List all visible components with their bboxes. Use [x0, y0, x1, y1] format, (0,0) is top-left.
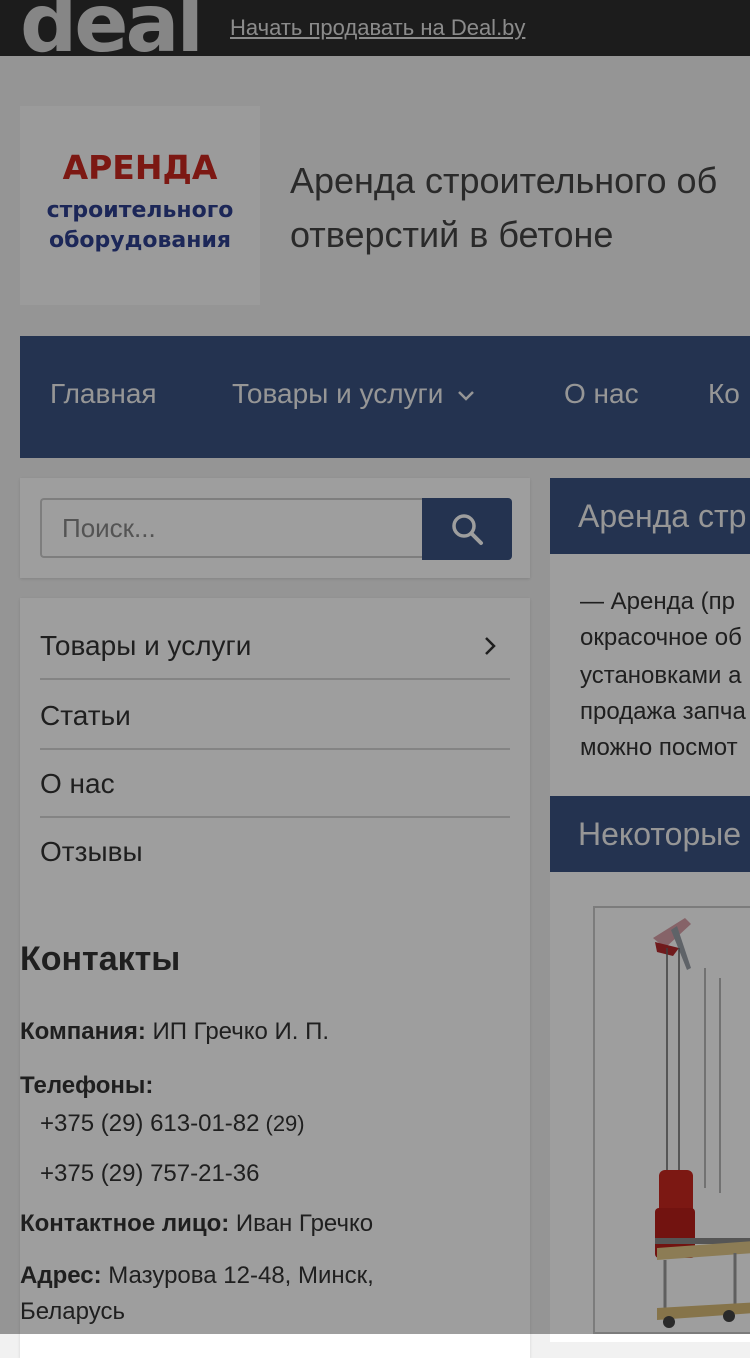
company-logo[interactable]: АРЕНДА строительного оборудования — [20, 106, 260, 305]
sidebar-item-products[interactable]: Товары и услуги — [40, 612, 510, 680]
sidebar-item-reviews[interactable]: Отзывы — [40, 818, 510, 886]
nav-products-label: Товары и услуги — [232, 378, 444, 409]
contact-person: Контактное лицо: Иван Гречко — [20, 1210, 373, 1238]
site-title: Аренда строительного об отверстий в бето… — [290, 154, 750, 262]
content-line: установками а — [580, 662, 742, 689]
chevron-right-icon — [485, 637, 496, 655]
contact-company: Компания: ИП Гречко И. П. — [20, 1018, 329, 1046]
nav-about[interactable]: О нас — [564, 378, 639, 410]
nav-contacts[interactable]: Ко — [708, 378, 740, 410]
search-button[interactable] — [422, 498, 512, 560]
site-title-line-1: Аренда строительного об — [290, 160, 718, 201]
search-panel — [20, 478, 530, 578]
person-label: Контактное лицо: — [20, 1210, 230, 1237]
sidebar-item-label: Товары и услуги — [40, 630, 252, 661]
phone-2[interactable]: +375 (29) 757-21-36 — [40, 1160, 260, 1188]
content-description: — Аренда (пр окрасочное об установками а… — [550, 554, 750, 796]
logo-line-3: оборудования — [48, 228, 232, 253]
product-image[interactable] — [593, 906, 750, 1334]
main-navigation: Главная Товары и услуги О нас Ко — [20, 336, 750, 458]
start-selling-link[interactable]: Начать продавать на Deal.by — [230, 15, 525, 41]
content-line: окрасочное об — [580, 624, 742, 651]
product-list — [550, 872, 750, 1342]
phone-1[interactable]: +375 (29) 613-01-82 (29) — [40, 1110, 305, 1138]
logo-line-2: строительного — [46, 198, 234, 223]
contacts-heading: Контакты — [20, 940, 181, 978]
deal-logo[interactable]: deal — [20, 0, 204, 64]
address-label: Адрес: — [20, 1262, 102, 1289]
content-line: — Аренда (пр — [580, 588, 735, 615]
logo-line-1: АРЕНДА — [62, 148, 218, 187]
sidebar-item-articles[interactable]: Статьи — [40, 682, 510, 750]
search-input[interactable] — [40, 498, 422, 558]
top-bar: deal Начать продавать на Deal.by — [0, 0, 750, 64]
suspended-platform-image — [653, 918, 750, 1328]
phone-1-number: +375 (29) 613-01-82 — [40, 1110, 260, 1137]
contact-phones-label: Телефоны: — [20, 1072, 153, 1100]
contact-address: Адрес: Мазурова 12-48, Минск, Беларусь — [20, 1258, 480, 1330]
search-icon — [452, 514, 483, 545]
nav-home[interactable]: Главная — [50, 378, 157, 410]
company-value: ИП Гречко И. П. — [152, 1018, 330, 1045]
company-label: Компания: — [20, 1018, 146, 1045]
site-title-line-2: отверстий в бетоне — [290, 214, 614, 255]
nav-products[interactable]: Товары и услуги — [232, 378, 475, 410]
person-value: Иван Гречко — [235, 1210, 374, 1237]
content-section-title: Аренда стр — [550, 478, 750, 554]
phones-label: Телефоны: — [20, 1072, 154, 1099]
sidebar-item-about[interactable]: О нас — [40, 750, 510, 818]
phone-1-suffix: (29) — [265, 1111, 305, 1136]
content-line: продажа запча — [580, 698, 746, 725]
chevron-down-icon — [458, 390, 475, 401]
content-line: можно посмот — [580, 734, 738, 761]
products-section-title: Некоторые — [550, 796, 750, 872]
